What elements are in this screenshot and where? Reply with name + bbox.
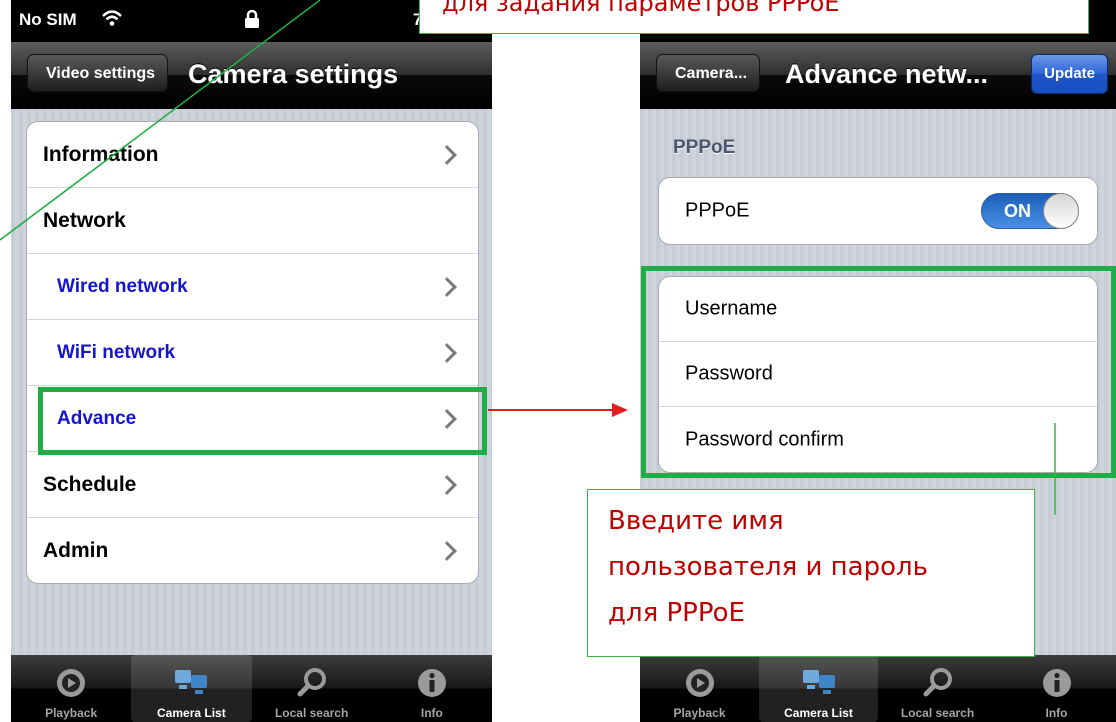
tab-info[interactable]: Info xyxy=(997,655,1116,722)
back-button-label: Camera... xyxy=(675,65,748,82)
callout-line: Введите имя xyxy=(608,506,784,536)
back-button-label: Video settings xyxy=(46,65,156,82)
list-item-label: Schedule xyxy=(43,472,137,496)
toggle-state-label: ON xyxy=(1004,201,1031,221)
navigation-bar: Camera... Advance netw... Update xyxy=(640,42,1116,109)
chevron-right-icon xyxy=(437,540,457,561)
list-item-information[interactable]: Information xyxy=(27,122,478,188)
top-callout: для задания параметров PPPoE xyxy=(419,0,1089,34)
tab-label: Info xyxy=(420,706,443,720)
tab-bar: Playback Camera List Local search Info xyxy=(640,655,1116,722)
info-icon xyxy=(412,663,452,703)
list-item-schedule[interactable]: Schedule xyxy=(27,452,478,518)
list-item-wired-network[interactable]: Wired network xyxy=(27,254,478,320)
search-icon xyxy=(918,663,958,703)
update-button[interactable]: Update xyxy=(1031,54,1108,94)
lock-icon xyxy=(244,9,260,34)
list-item-network: Network xyxy=(27,188,478,254)
pppoe-label: PPPoE xyxy=(685,199,750,222)
wifi-icon xyxy=(101,8,123,33)
info-icon xyxy=(1037,663,1077,703)
list-item-admin[interactable]: Admin xyxy=(27,518,478,583)
advance-highlight-box xyxy=(38,387,487,455)
back-button[interactable]: Camera... xyxy=(656,54,761,92)
pppoe-toggle[interactable]: ON xyxy=(981,193,1079,229)
page-title: Advance netw... xyxy=(785,59,989,89)
section-header-pppoe: PPPoE xyxy=(673,137,736,158)
list-item-wifi-network[interactable]: WiFi network xyxy=(27,320,478,386)
list-item-label: Admin xyxy=(43,538,109,562)
tab-label: Camera List xyxy=(784,706,853,720)
tab-label: Playback xyxy=(673,706,726,720)
list-item-label: Wired network xyxy=(57,275,188,297)
toggle-knob xyxy=(1043,193,1079,229)
top-callout-text: для задания параметров PPPoE xyxy=(442,0,840,17)
pppoe-toggle-row: PPPoE ON xyxy=(659,178,1097,244)
pppoe-group: PPPoE ON xyxy=(658,177,1098,245)
tab-local-search[interactable]: Local search xyxy=(252,655,372,722)
playback-icon xyxy=(51,663,91,703)
tab-bar: Playback Camera List Local search Info xyxy=(11,655,492,722)
page-title: Camera settings xyxy=(188,59,399,89)
chevron-right-icon xyxy=(437,144,457,165)
settings-list: Information Network Wired network WiFi n… xyxy=(26,121,479,584)
tab-playback[interactable]: Playback xyxy=(11,655,131,722)
navigation-bar: Video settings Camera settings xyxy=(11,42,492,109)
list-item-label: WiFi network xyxy=(57,341,176,363)
tab-label: Local search xyxy=(274,706,349,720)
tab-camera-list[interactable]: Camera List xyxy=(131,655,252,722)
playback-icon xyxy=(680,663,720,703)
camera-settings-screen: No SIM 7 Video settings Camera settings … xyxy=(11,0,492,722)
camera-list-icon xyxy=(799,663,839,703)
search-icon xyxy=(292,663,332,703)
callout-line: для PPPoE xyxy=(608,598,745,628)
carrier-label: No SIM xyxy=(19,10,77,29)
bottom-callout: Введите имя пользователя и пароль для PP… xyxy=(587,489,1035,657)
chevron-right-icon xyxy=(437,474,457,495)
list-item-label: Information xyxy=(43,142,159,166)
tab-label: Local search xyxy=(900,706,975,720)
camera-list-icon xyxy=(171,663,211,703)
callout-line: пользователя и пароль xyxy=(608,552,928,582)
credentials-highlight-box xyxy=(641,266,1116,478)
chevron-right-icon xyxy=(437,276,457,297)
list-item-label: Network xyxy=(43,208,126,232)
back-button[interactable]: Video settings xyxy=(27,54,169,92)
tab-label: Playback xyxy=(45,706,98,720)
tab-playback[interactable]: Playback xyxy=(640,655,759,722)
settings-content: Information Network Wired network WiFi n… xyxy=(11,109,492,655)
arrow-head xyxy=(612,403,628,417)
chevron-right-icon xyxy=(437,342,457,363)
tab-camera-list[interactable]: Camera List xyxy=(759,655,878,722)
tab-label: Camera List xyxy=(157,706,226,720)
tab-local-search[interactable]: Local search xyxy=(878,655,997,722)
tab-info[interactable]: Info xyxy=(372,655,492,722)
tab-label: Info xyxy=(1045,706,1068,720)
